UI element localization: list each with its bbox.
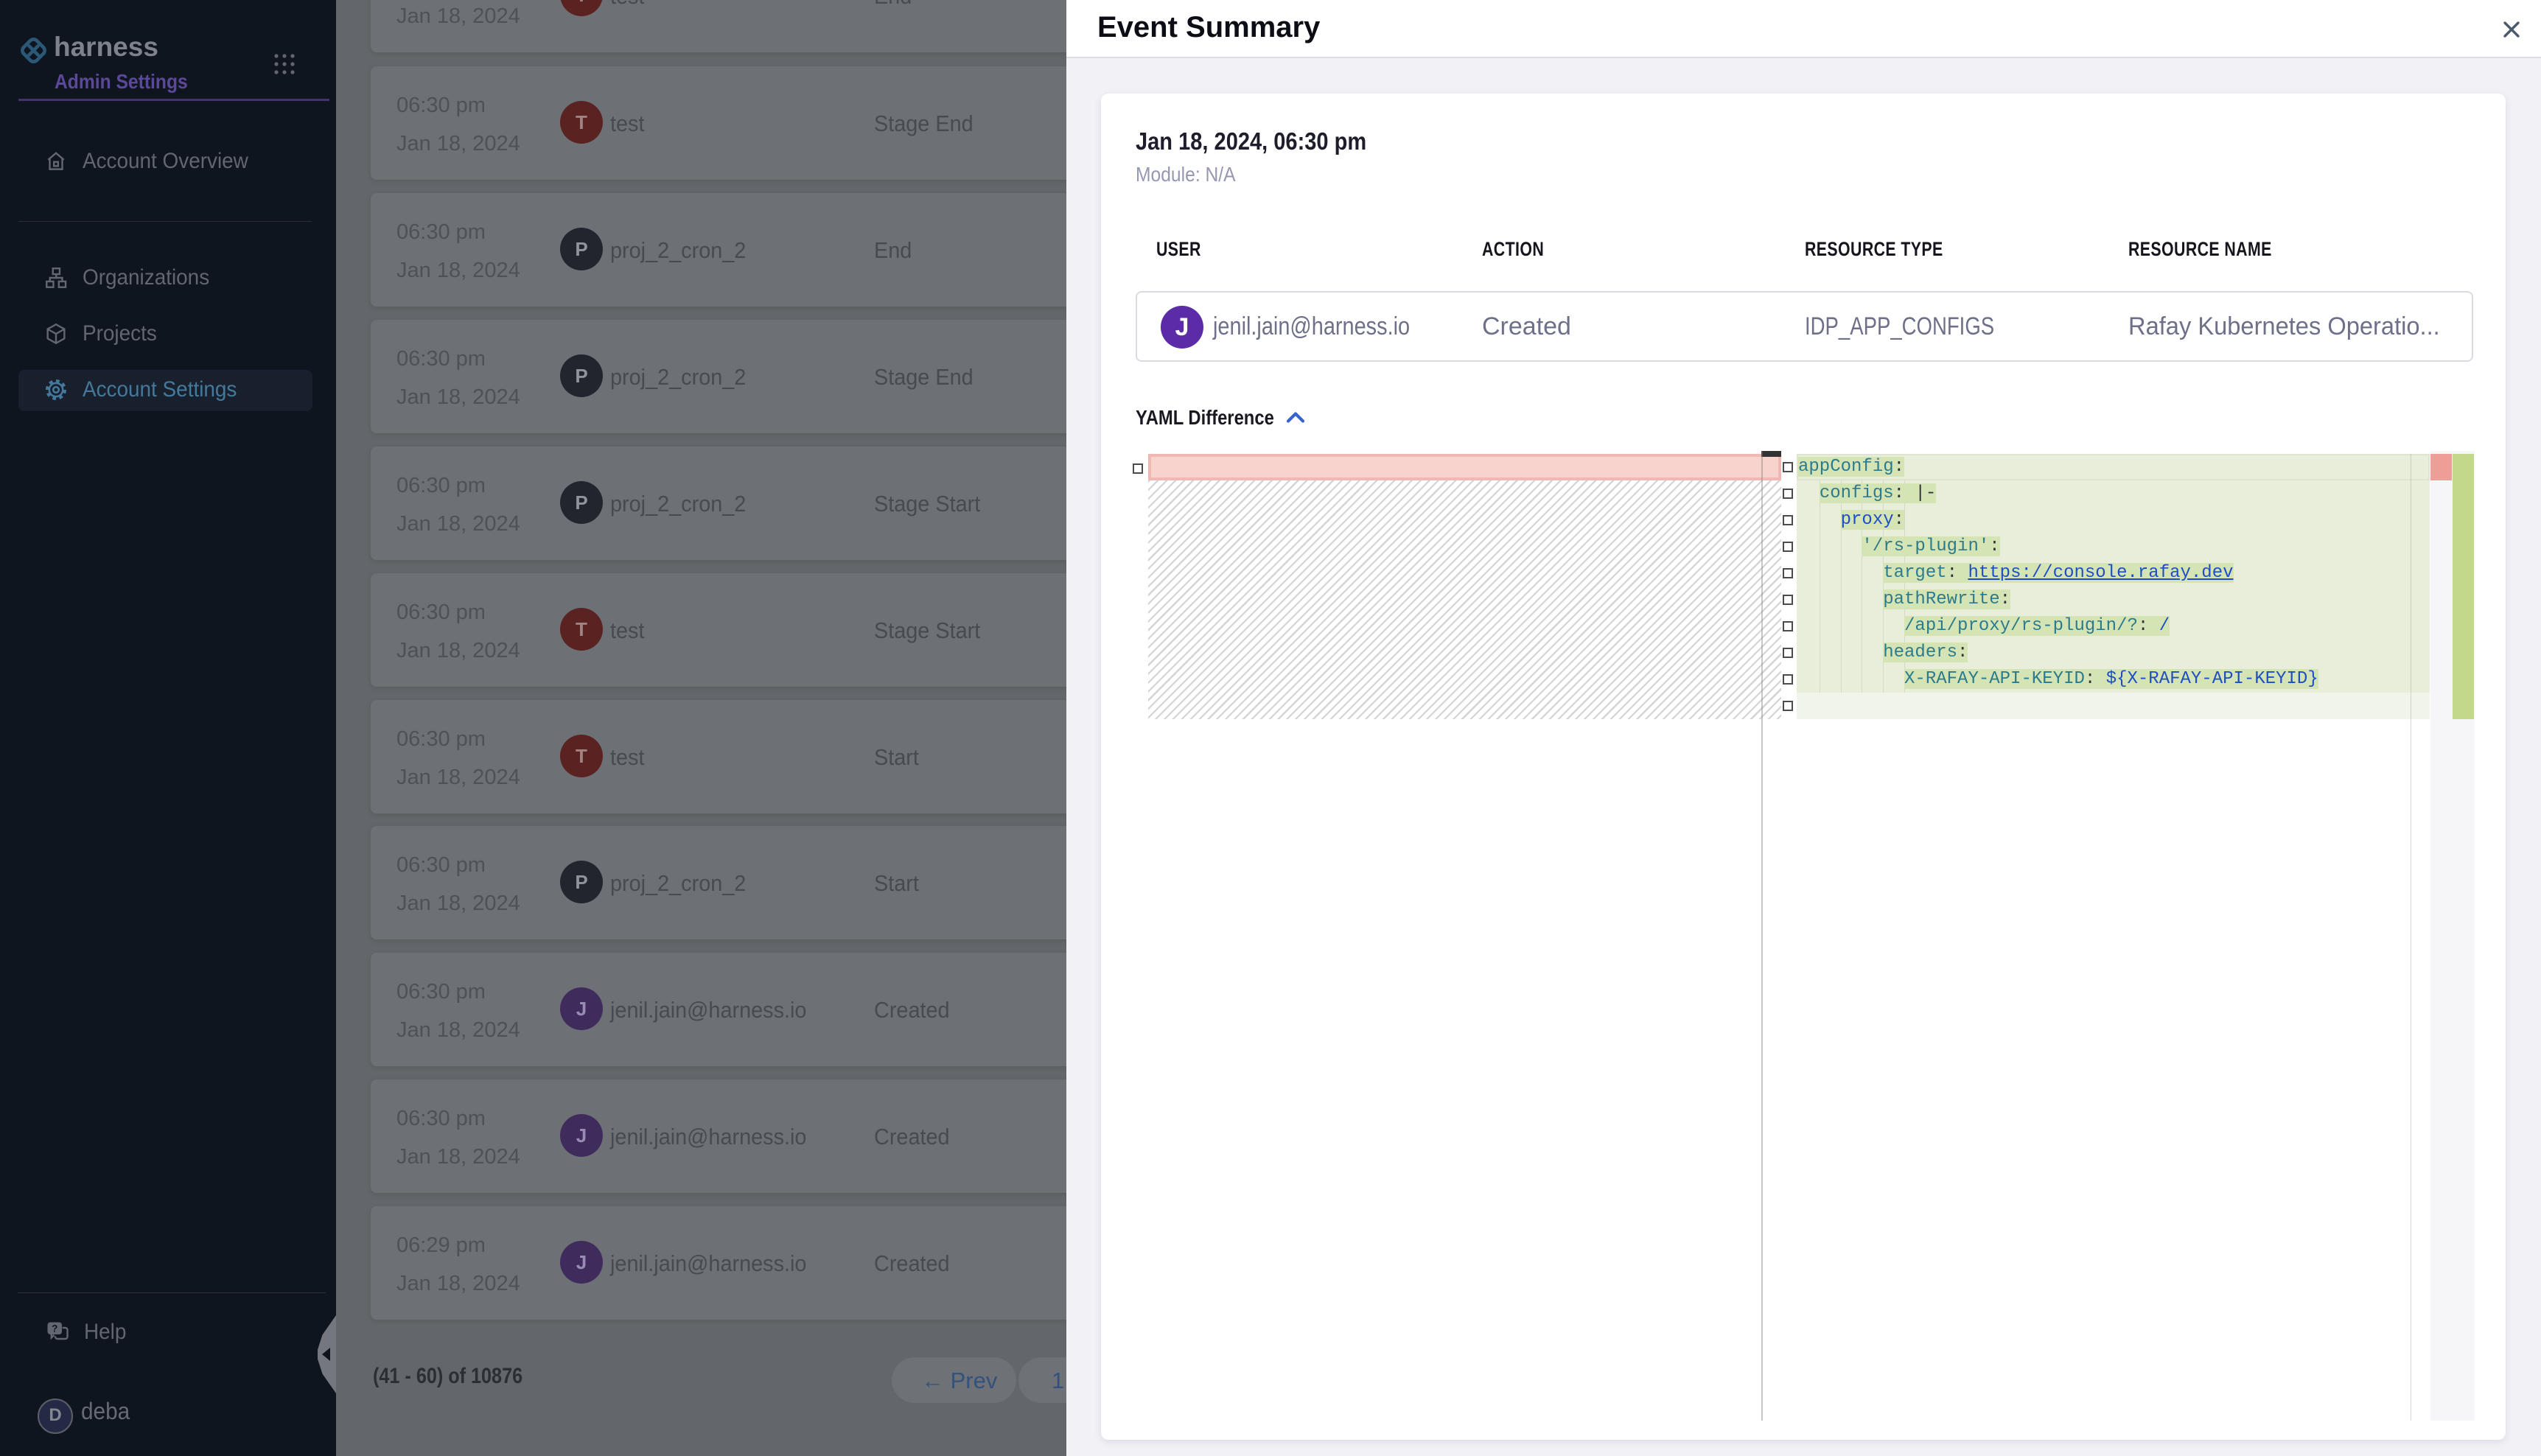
svg-text:?: ? <box>52 1323 57 1334</box>
